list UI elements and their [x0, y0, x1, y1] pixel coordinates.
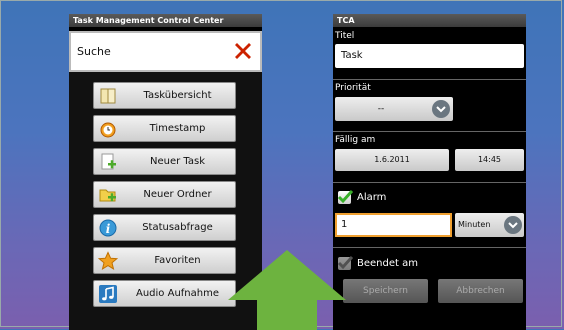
prioritaet-label: Priorität: [335, 83, 371, 93]
task-edit-screen: TCA Titel Task Priorität -- Fällig am 1.…: [333, 14, 526, 330]
prioritaet-value: --: [377, 104, 385, 114]
star-icon: [98, 251, 118, 270]
info-icon: i: [99, 219, 117, 237]
divider: [333, 247, 526, 248]
date-picker-button[interactable]: 1.6.2011: [335, 149, 449, 171]
alarm-label: Alarm: [357, 192, 387, 203]
menu-button-favoriten[interactable]: Favoriten: [93, 247, 236, 274]
menu-label: Neuer Ordner: [143, 189, 212, 200]
music-note-icon: [99, 285, 117, 303]
titel-input[interactable]: Task: [335, 44, 524, 68]
svg-text:i: i: [106, 222, 111, 236]
save-button[interactable]: Speichern: [343, 279, 428, 303]
chevron-down-icon: [504, 216, 522, 234]
menu-button-statusabfrage[interactable]: i Statusabfrage: [93, 214, 236, 241]
clear-icon[interactable]: [232, 40, 254, 62]
menu-button-neuer-task[interactable]: Neuer Task: [93, 148, 236, 175]
menu-label: Taskübersicht: [143, 90, 212, 101]
alarm-checkbox[interactable]: [337, 189, 353, 204]
menu-button-neuer-ordner[interactable]: Neuer Ordner: [93, 181, 236, 208]
book-icon: [100, 88, 116, 104]
menu-button-timestamp[interactable]: Timestamp: [93, 115, 236, 142]
beendet-label: Beendet am: [357, 258, 418, 269]
menu-label: Statusabfrage: [142, 222, 213, 233]
divider: [333, 131, 526, 132]
new-document-icon: [101, 153, 116, 170]
app-titlebar: Task Management Control Center: [69, 14, 262, 27]
menu-label: Favoriten: [154, 255, 201, 266]
alarm-unit-spinner[interactable]: Minuten: [455, 213, 524, 237]
alarm-unit-value: Minuten: [458, 220, 491, 229]
menu-button-audio-aufnahme[interactable]: Audio Aufnahme: [93, 280, 236, 307]
divider: [333, 79, 526, 80]
time-picker-button[interactable]: 14:45: [455, 149, 524, 171]
menu-label: Neuer Task: [150, 156, 205, 167]
checkmark-icon: [337, 189, 353, 204]
alarm-amount-input[interactable]: 1: [335, 213, 452, 237]
titel-label: Titel: [335, 31, 355, 41]
faellig-label: Fällig am: [335, 135, 376, 145]
cancel-button[interactable]: Abbrechen: [438, 279, 523, 303]
divider: [333, 182, 526, 183]
prioritaet-spinner[interactable]: --: [335, 97, 453, 121]
chevron-down-icon: [432, 100, 450, 118]
menu-label: Audio Aufnahme: [136, 288, 219, 299]
menu-label: Timestamp: [149, 123, 206, 134]
new-folder-icon: [99, 189, 116, 202]
app-titlebar: TCA: [333, 14, 526, 27]
menu-button-taskuebersicht[interactable]: Taskübersicht: [93, 82, 236, 109]
alarm-clock-icon: [100, 122, 116, 138]
up-arrow-icon: [228, 250, 346, 330]
search-bar: [69, 31, 262, 72]
search-input[interactable]: [77, 42, 217, 60]
